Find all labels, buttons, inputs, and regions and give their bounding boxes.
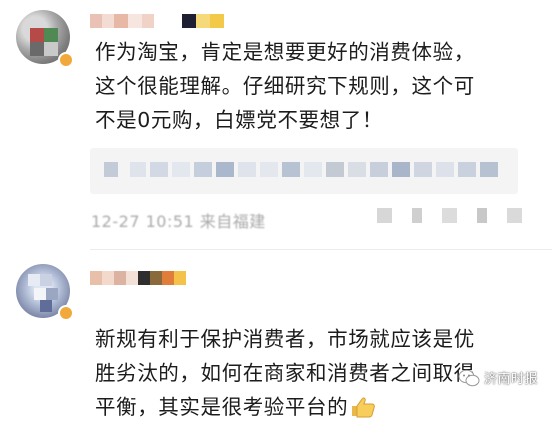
wechat-icon: [458, 369, 480, 386]
verified-badge-icon: [58, 52, 74, 68]
forward-icon[interactable]: [412, 208, 422, 223]
comment-item: 作为淘宝，肯定是想要更好的消费体验， 这个很能理解。仔细研究下规则，这个可 不是…: [0, 0, 552, 250]
username-blurred[interactable]: [90, 14, 224, 28]
more-icon[interactable]: [477, 208, 487, 223]
comment-timestamp: 12-27 10:51 来自福建: [91, 212, 266, 231]
like-icon[interactable]: [442, 208, 457, 223]
share-icon[interactable]: [507, 208, 522, 223]
thumbs-up-emoji-icon: [352, 397, 376, 418]
comment-text: 新规有利于保护消费者，市场就应该是优 胜劣汰的，如何在商家和消费者之间取得 平衡…: [95, 288, 535, 424]
watermark-text: 济南时报: [483, 372, 538, 387]
comment-actions-blurred: [357, 208, 522, 223]
verified-badge-icon: [58, 305, 74, 321]
quoted-reply-blurred[interactable]: [90, 148, 518, 194]
username-blurred[interactable]: [90, 271, 186, 285]
comment-text: 作为淘宝，肯定是想要更好的消费体验， 这个很能理解。仔细研究下规则，这个可 不是…: [95, 40, 475, 132]
watermark: 济南时报: [458, 368, 538, 387]
comment-text-body: 新规有利于保护消费者，市场就应该是优 胜劣汰的，如何在商家和消费者之间取得 平衡…: [95, 327, 475, 419]
reply-icon[interactable]: [377, 208, 392, 223]
